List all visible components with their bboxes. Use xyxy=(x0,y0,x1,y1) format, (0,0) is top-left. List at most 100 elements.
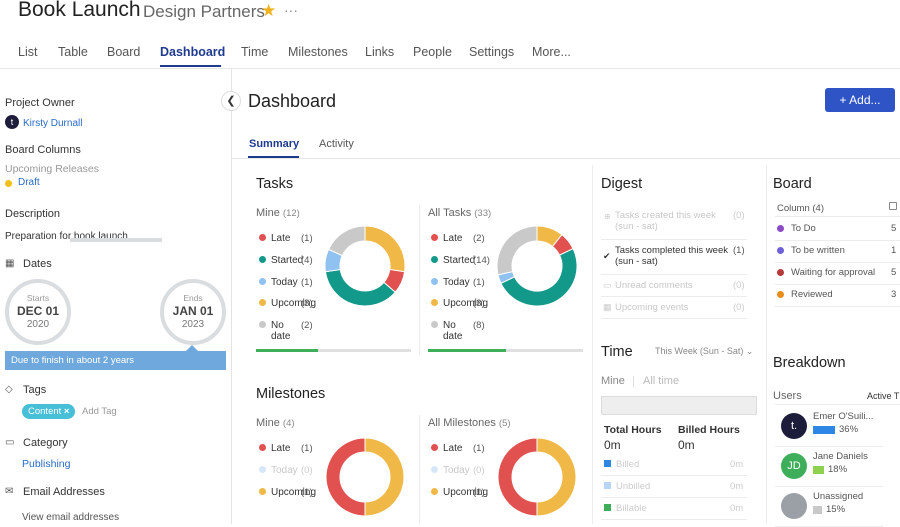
milestones-mine-head[interactable]: Mine (4) xyxy=(256,417,295,429)
owner-name-link[interactable]: Kirsty Durnall xyxy=(23,118,82,129)
unassigned-avatar-icon xyxy=(781,493,807,519)
legend-item[interactable]: Late xyxy=(431,233,462,244)
breakdown-user-row[interactable]: t. Emer O'Suili... 36% xyxy=(773,407,883,445)
digest-value-completed: (1) xyxy=(733,245,745,256)
email-label: Email Addresses xyxy=(23,486,105,498)
breakdown-users-label[interactable]: Users xyxy=(773,390,802,402)
tab-board[interactable]: Board xyxy=(107,45,140,59)
legend-dot-icon xyxy=(431,466,438,473)
legend-item[interactable]: Late xyxy=(259,443,290,454)
legend-item[interactable]: Started xyxy=(259,255,303,266)
end-date-circle[interactable]: Ends JAN 01 2023 xyxy=(160,279,226,345)
legend-value: (1) xyxy=(301,487,313,498)
tab-more[interactable]: More... xyxy=(532,45,571,59)
donut-slice-upcoming[interactable] xyxy=(536,437,577,517)
start-date-circle[interactable]: Starts DEC 01 2020 xyxy=(5,279,71,345)
tasks-all-donut[interactable] xyxy=(495,224,579,308)
digest-row-completed[interactable]: Tasks completed this week (sun - sat) xyxy=(615,245,733,267)
chevron-down-icon: ⌄ xyxy=(745,346,754,356)
donut-slice-upcoming[interactable] xyxy=(364,437,405,517)
legend-item[interactable]: Late xyxy=(259,233,290,244)
breakdown-user-row[interactable]: Unassigned 15% xyxy=(773,487,883,525)
legend-dot-icon xyxy=(431,488,438,495)
board-checkbox-icon[interactable] xyxy=(889,202,897,210)
view-email-link[interactable]: View email addresses xyxy=(22,512,119,523)
legend-item[interactable]: Late xyxy=(431,443,462,454)
digest-value-events: (0) xyxy=(733,302,745,313)
board-divider xyxy=(775,306,900,307)
breakdown-active-label[interactable]: Active T xyxy=(867,391,899,401)
title-row: Book Launch Design Partners ★ ··· xyxy=(0,0,900,28)
project-subtitle[interactable]: Design Partners xyxy=(143,2,265,22)
tab-milestones[interactable]: Milestones xyxy=(288,45,348,59)
tab-time[interactable]: Time xyxy=(241,45,268,59)
time-filter-all[interactable]: All time xyxy=(643,375,679,387)
tab-people[interactable]: People xyxy=(413,45,452,59)
category-link[interactable]: Publishing xyxy=(22,458,70,470)
legend-label: Late xyxy=(443,443,463,454)
legend-item[interactable]: No date xyxy=(259,320,295,342)
digest-value-comments: (0) xyxy=(733,280,745,291)
add-tag-link[interactable]: Add Tag xyxy=(82,406,117,417)
star-icon[interactable]: ★ xyxy=(261,1,276,21)
legend-item[interactable]: Today xyxy=(259,277,298,288)
legend-item[interactable]: Today xyxy=(259,465,298,476)
donut-slice-upcoming[interactable] xyxy=(364,225,406,273)
board-row-label[interactable]: To Do xyxy=(791,223,816,234)
donut-slice-late[interactable] xyxy=(497,437,538,517)
dates-label: Dates xyxy=(23,258,52,270)
time-search-input[interactable] xyxy=(601,396,757,415)
legend-dot-icon xyxy=(259,466,266,473)
add-button[interactable]: + Add... xyxy=(825,88,895,112)
time-range-select[interactable]: This Week (Sun - Sat) ⌄ xyxy=(655,346,753,357)
digest-row-events[interactable]: Upcoming events xyxy=(615,302,733,313)
board-row-value: 5 xyxy=(891,267,897,278)
time-legend-billable-label: Billable xyxy=(616,503,647,514)
time-legend-unbilled-label: Unbilled xyxy=(616,481,651,492)
tasks-mine-donut[interactable] xyxy=(323,224,407,308)
legend-item[interactable]: Started xyxy=(431,255,475,266)
donut-slice-late[interactable] xyxy=(325,437,366,517)
tab-table[interactable]: Table xyxy=(58,45,88,59)
board-status-link[interactable]: Draft xyxy=(18,177,40,188)
tab-settings[interactable]: Settings xyxy=(469,45,514,59)
legend-item[interactable]: Today xyxy=(431,465,470,476)
tasks-mine-head[interactable]: Mine (12) xyxy=(256,207,300,219)
donut-slice-started[interactable] xyxy=(324,268,396,307)
legend-dot-icon xyxy=(259,278,266,285)
user-share-bar xyxy=(813,466,824,474)
time-filter-mine[interactable]: Mine xyxy=(601,375,625,387)
milestones-all-donut[interactable] xyxy=(496,436,578,518)
chevron-left-icon[interactable]: ❮ xyxy=(221,91,241,111)
total-hours-value: 0m xyxy=(604,438,621,452)
tab-dashboard[interactable]: Dashboard xyxy=(160,45,225,59)
donut-slice-no-date[interactable] xyxy=(496,225,538,276)
board-divider xyxy=(775,262,900,263)
time-value-billable: 0m xyxy=(730,503,744,514)
add-button-label: Add... xyxy=(849,93,881,107)
board-row-label[interactable]: To be written xyxy=(791,245,845,256)
legend-value: (1) xyxy=(301,233,313,244)
donut-slice-no-date[interactable] xyxy=(327,225,366,257)
digest-row-created[interactable]: Tasks created this week (sun - sat) xyxy=(615,210,733,232)
legend-label: No date xyxy=(443,320,463,342)
milestones-all-head[interactable]: All Milestones (5) xyxy=(428,417,511,429)
subtab-activity[interactable]: Activity xyxy=(319,138,354,150)
digest-row-comments[interactable]: Unread comments xyxy=(615,280,733,291)
board-status-dot-icon xyxy=(777,247,784,254)
milestones-mine-donut[interactable] xyxy=(324,436,406,518)
tag-chip-content[interactable]: Content × xyxy=(22,404,76,419)
more-dots-icon[interactable]: ··· xyxy=(284,2,298,18)
legend-item[interactable]: No date xyxy=(431,320,467,342)
tab-links[interactable]: Links xyxy=(365,45,394,59)
breakdown-user-row[interactable]: JD Jane Daniels 18% xyxy=(773,447,883,485)
tag-chip-label: Content xyxy=(28,406,62,417)
tasks-all-head[interactable]: All Tasks (33) xyxy=(428,207,491,219)
legend-item[interactable]: Today xyxy=(431,277,470,288)
billable-swatch-icon xyxy=(604,504,611,511)
subtab-summary[interactable]: Summary xyxy=(249,138,299,150)
board-row-label[interactable]: Waiting for approval xyxy=(791,267,875,278)
tag-remove-icon[interactable]: × xyxy=(64,406,70,417)
tab-list[interactable]: List xyxy=(18,45,37,59)
board-row-label[interactable]: Reviewed xyxy=(791,289,833,300)
